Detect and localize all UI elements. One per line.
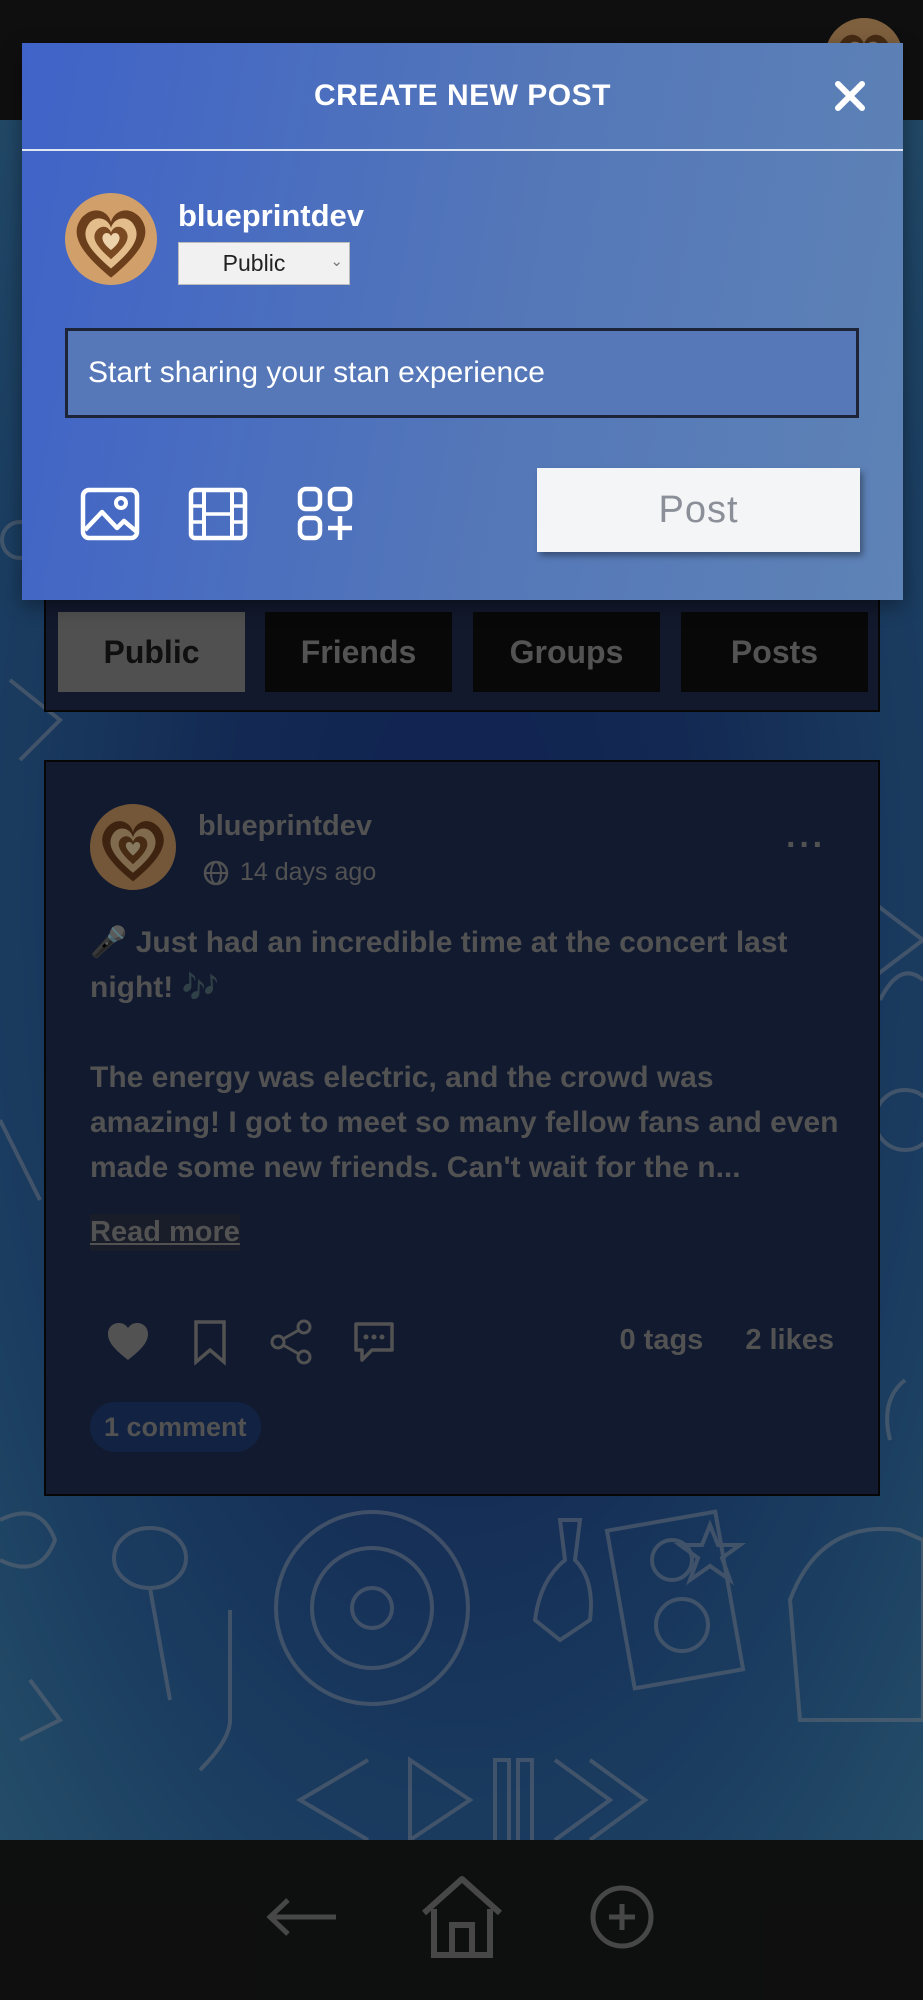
privacy-dropdown[interactable]: Public ⌄ (178, 242, 350, 285)
post-submit-button[interactable]: Post (537, 468, 860, 552)
close-icon[interactable] (833, 79, 867, 113)
author-username: blueprintdev (178, 198, 365, 233)
attachment-options (80, 486, 356, 542)
chevron-down-icon: ⌄ (330, 253, 343, 270)
modal-title: CREATE NEW POST (314, 79, 611, 112)
create-post-modal: CREATE NEW POST blueprintdev Public ⌄ St… (22, 43, 903, 600)
image-icon[interactable] (80, 486, 140, 542)
modal-divider (22, 149, 903, 151)
privacy-selected-value: Public (222, 250, 286, 276)
add-widget-icon[interactable] (296, 486, 356, 542)
post-text-input[interactable]: Start sharing your stan experience (65, 328, 859, 418)
video-icon[interactable] (188, 486, 248, 542)
post-input-placeholder: Start sharing your stan experience (88, 356, 545, 389)
author-avatar (65, 193, 157, 285)
